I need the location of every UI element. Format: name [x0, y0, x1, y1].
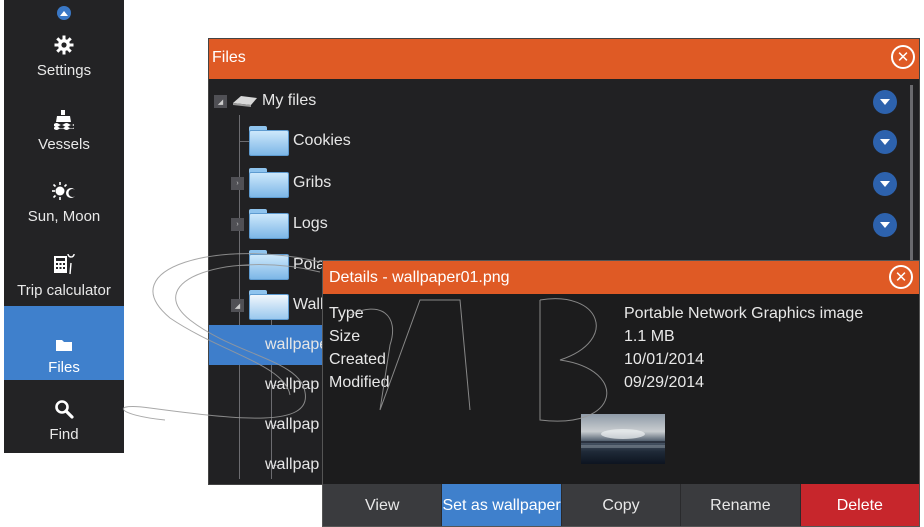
row-menu-button[interactable]: [873, 90, 897, 114]
sun-moon-icon: [4, 180, 124, 202]
tree-row-label: wallpap: [265, 376, 320, 393]
detail-label-modified: Modified: [329, 374, 390, 391]
scroll-up-button[interactable]: [57, 6, 71, 20]
row-menu-button[interactable]: [873, 130, 897, 154]
detail-value-modified: 09/29/2014: [624, 374, 705, 391]
chevron-up-icon: [60, 11, 68, 16]
sidebar-item-files[interactable]: Files: [4, 306, 124, 380]
row-menu-button[interactable]: [873, 172, 897, 196]
folder-icon: [4, 334, 124, 356]
tree-row-folder[interactable]: Cookies: [209, 121, 919, 161]
sidebar-item-label: Sun, Moon: [27, 208, 101, 225]
chevron-down-icon: [880, 181, 890, 187]
sidebar-item-label: Find: [49, 426, 79, 443]
files-title-text: Files: [212, 49, 246, 66]
row-menu-button[interactable]: [873, 213, 897, 237]
chevron-down-icon: [880, 99, 890, 105]
tree-row-label: Cookies: [293, 132, 351, 149]
sidebar-item-label: Files: [48, 359, 80, 376]
collapse-icon[interactable]: ◢: [214, 95, 227, 108]
tree-row-my-files[interactable]: ◢ My files: [209, 81, 919, 121]
chevron-down-icon: [880, 139, 890, 145]
folder-icon: [249, 209, 289, 239]
tree-row-label: wallpap: [265, 456, 320, 473]
image-thumbnail: [581, 414, 665, 464]
detail-label-type: Type: [329, 305, 364, 322]
tree-row-label: Logs: [293, 215, 328, 232]
tree-branch-line: [239, 265, 249, 266]
sidebar-item-label: Vessels: [38, 136, 90, 153]
view-button[interactable]: View: [323, 484, 443, 526]
folder-icon: [249, 126, 289, 156]
tree-row-label: My files: [262, 92, 317, 109]
folder-icon: [249, 168, 289, 198]
detail-value-type: Portable Network Graphics image: [624, 305, 864, 322]
detail-label-created: Created: [329, 351, 386, 368]
files-window-title: Files ✕: [209, 39, 919, 79]
tree-row-label: Pola: [293, 256, 326, 273]
tree-row-label: wallpap: [265, 416, 320, 433]
close-icon[interactable]: ✕: [891, 45, 915, 69]
close-glyph: ✕: [894, 269, 908, 286]
close-glyph: ✕: [896, 49, 910, 66]
close-icon[interactable]: ✕: [889, 265, 913, 289]
set-as-wallpaper-button[interactable]: Set as wallpaper: [442, 484, 562, 526]
chevron-down-icon: [880, 222, 890, 228]
sidebar-item-settings[interactable]: Settings: [4, 22, 124, 94]
detail-value-created: 10/01/2014: [624, 351, 705, 368]
folder-open-icon: [249, 290, 289, 320]
collapse-icon[interactable]: ◢: [231, 299, 244, 312]
sidebar-item-label: Trip calculator: [17, 282, 111, 299]
sidebar-item-trip-calculator[interactable]: Trip calculator: [4, 242, 124, 314]
detail-label-size: Size: [329, 328, 361, 345]
expand-icon[interactable]: ›: [231, 218, 244, 231]
sidebar-item-find[interactable]: Find: [4, 386, 124, 458]
copy-button[interactable]: Copy: [561, 484, 682, 526]
calculator-icon: [4, 254, 124, 276]
rename-button[interactable]: Rename: [681, 484, 801, 526]
magnifier-icon: [4, 398, 124, 420]
ship-icon: [4, 108, 124, 130]
drive-icon: [233, 96, 257, 107]
details-action-bar: View Set as wallpaper Copy Rename Delete: [323, 484, 920, 526]
tree-branch-line: [239, 141, 249, 142]
tree-row-folder[interactable]: › Gribs: [209, 163, 919, 203]
tree-row-label: Wall: [293, 296, 324, 313]
sidebar: Settings Vessels Sun, Moon Trip calculat…: [4, 0, 124, 453]
details-dialog: Details - wallpaper01.png ✕ Type Portabl…: [322, 260, 920, 527]
details-title-text: Details - wallpaper01.png: [329, 269, 510, 286]
tree-row-label: Gribs: [293, 174, 332, 191]
tree-row-folder[interactable]: › Logs: [209, 204, 919, 244]
folder-icon: [249, 250, 289, 280]
screen: Settings Vessels Sun, Moon Trip calculat…: [0, 0, 924, 527]
sidebar-item-vessels[interactable]: Vessels: [4, 96, 124, 168]
gear-icon: [4, 34, 124, 56]
detail-value-size: 1.1 MB: [624, 328, 675, 345]
delete-button[interactable]: Delete: [800, 484, 920, 526]
details-title-bar: Details - wallpaper01.png ✕: [323, 261, 919, 294]
expand-icon[interactable]: ›: [231, 177, 244, 190]
sidebar-item-label: Settings: [36, 62, 92, 79]
sidebar-item-sun-moon[interactable]: Sun, Moon: [4, 168, 124, 240]
